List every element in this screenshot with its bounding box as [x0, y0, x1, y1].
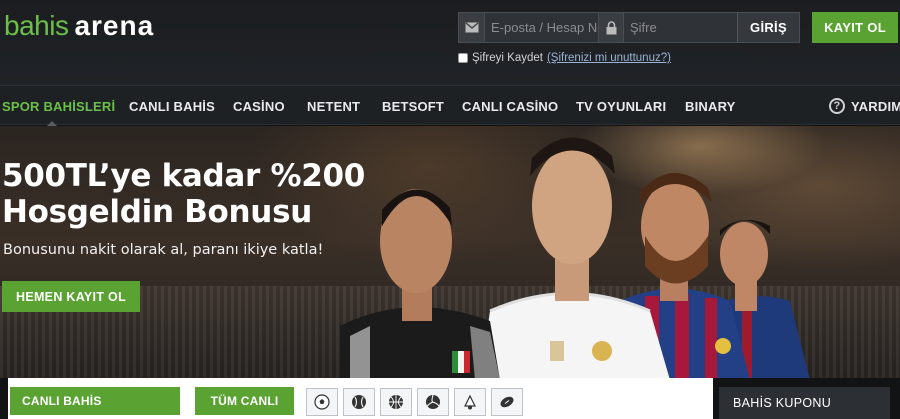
logo-text-arena: arena	[74, 10, 155, 41]
question-mark-icon: ?	[829, 98, 845, 114]
logo-text-bahis: bahis	[4, 10, 69, 41]
hero-banner: 500TL’ye kadar %200 Hosgeldin Bonusu Bon…	[0, 126, 900, 380]
nav-item-help[interactable]: ? YARDIM	[829, 86, 900, 126]
club-crest	[715, 338, 731, 354]
hero-subtitle: Bonusunu nakit olarak al, paranı ikiye k…	[3, 242, 324, 258]
nav-item-label: BETSOFT	[382, 98, 445, 114]
all-live-button[interactable]: TÜM CANLI	[195, 387, 294, 415]
real-madrid-crest	[592, 341, 612, 361]
football-players-image	[340, 137, 810, 380]
nav-item-label: NETENT	[307, 98, 361, 114]
soccer-ball-icon	[314, 394, 330, 410]
main-nav: SPOR BAHİSLERİ CANLI BAHİS CASİNO NETENT…	[0, 85, 900, 127]
badminton-icon	[464, 394, 476, 410]
basketball-filter-button[interactable]	[380, 388, 412, 416]
site-header: bahis arena GİRİŞ Şifreyi Kaydet (Şifren…	[0, 0, 900, 85]
register-button[interactable]: KAYIT OL	[812, 12, 898, 43]
volleyball-icon	[426, 394, 440, 409]
nav-item-binary[interactable]: BINARY	[685, 86, 736, 126]
baseball-filter-button[interactable]	[343, 388, 375, 416]
nav-item-label: SPOR BAHİSLERİ	[2, 98, 116, 114]
player-2-figure	[480, 137, 670, 380]
nav-item-label: TV OYUNLARI	[576, 98, 667, 114]
badminton-filter-button[interactable]	[454, 388, 486, 416]
remember-password-checkbox[interactable]	[458, 53, 468, 63]
lock-icon	[598, 13, 624, 42]
register-now-button[interactable]: HEMEN KAYIT OL	[2, 281, 140, 312]
basketball-icon	[389, 395, 403, 409]
remember-password-label: Şifreyi Kaydet	[472, 52, 543, 64]
nav-item-live-casino[interactable]: CANLI CASİNO	[462, 86, 558, 126]
nav-item-label: CANLI BAHİS	[129, 98, 215, 114]
envelope-icon	[459, 13, 485, 42]
nav-item-label: CASİNO	[233, 98, 285, 114]
nav-item-live-betting[interactable]: CANLI BAHİS	[129, 86, 215, 126]
live-bets-panel: CANLI BAHİS TÜM CANLI	[8, 378, 713, 419]
baseball-icon	[352, 395, 366, 409]
live-bets-tab[interactable]: CANLI BAHİS	[10, 387, 180, 415]
password-field-group	[598, 13, 737, 42]
nav-item-betsoft[interactable]: BETSOFT	[382, 86, 444, 126]
password-input[interactable]	[624, 13, 737, 42]
american-football-filter-button[interactable]	[491, 388, 523, 416]
nav-item-tv-games[interactable]: TV OYUNLARI	[576, 86, 666, 126]
forgot-password-link[interactable]: (Şifrenizi mi unuttunuz?)	[547, 52, 671, 64]
hero-title-line-1: 500TL’ye kadar %200	[2, 158, 366, 194]
nav-item-label: BINARY	[685, 98, 736, 114]
nav-item-casino[interactable]: CASİNO	[233, 86, 285, 126]
american-football-icon	[500, 396, 514, 408]
login-form: GİRİŞ	[458, 12, 800, 43]
hero-title: 500TL’ye kadar %200 Hosgeldin Bonusu	[2, 158, 365, 230]
nav-item-label: CANLI CASİNO	[462, 98, 559, 114]
site-logo[interactable]: bahis arena	[4, 10, 154, 44]
nav-item-sports-betting[interactable]: SPOR BAHİSLERİ	[2, 86, 116, 127]
login-button[interactable]: GİRİŞ	[737, 13, 799, 42]
remember-row: Şifreyi Kaydet (Şifrenizi mi unuttunuz?)	[458, 52, 671, 64]
hero-title-line-2: Hosgeldin Bonusu	[2, 194, 312, 230]
email-input[interactable]	[485, 13, 598, 42]
nav-item-netent[interactable]: NETENT	[307, 86, 360, 126]
volleyball-filter-button[interactable]	[417, 388, 449, 416]
bottom-bar: CANLI BAHİS TÜM CANLI BAHİS KUPONU	[0, 378, 900, 419]
nav-help-label: YARDIM	[851, 98, 900, 114]
email-field-group	[459, 13, 598, 42]
soccer-filter-button[interactable]	[306, 388, 338, 416]
bet-slip-header[interactable]: BAHİS KUPONU	[719, 387, 890, 419]
